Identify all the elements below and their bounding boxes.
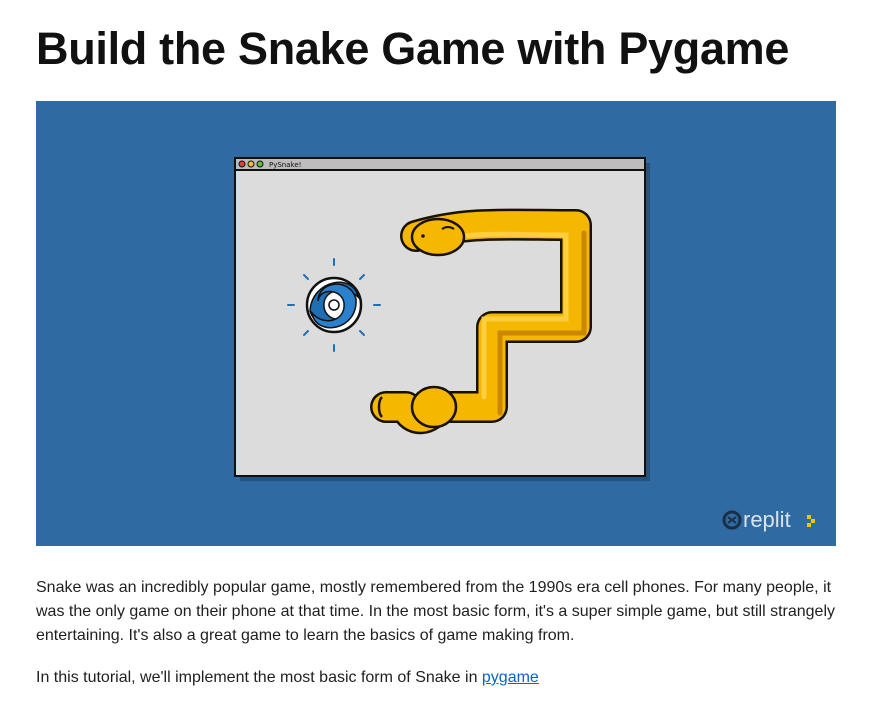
minimize-dot-icon <box>247 160 255 168</box>
pygame-link[interactable]: pygame <box>482 669 539 686</box>
maximize-dot-icon <box>256 160 264 168</box>
intro-paragraph: Snake was an incredibly popular game, mo… <box>36 579 835 644</box>
hero-illustration-canvas: PySnake! replit <box>36 101 836 546</box>
hero-illustration: PySnake! replit <box>36 101 836 546</box>
close-dot-icon <box>238 160 246 168</box>
brand-text: replit <box>743 507 791 532</box>
page-title: Build the Snake Game with Pygame <box>36 23 790 74</box>
tutorial-text: In this tutorial, we'll implement the mo… <box>36 669 482 686</box>
game-window-title: PySnake! <box>269 161 301 169</box>
tutorial-paragraph: In this tutorial, we'll implement the mo… <box>36 666 836 690</box>
